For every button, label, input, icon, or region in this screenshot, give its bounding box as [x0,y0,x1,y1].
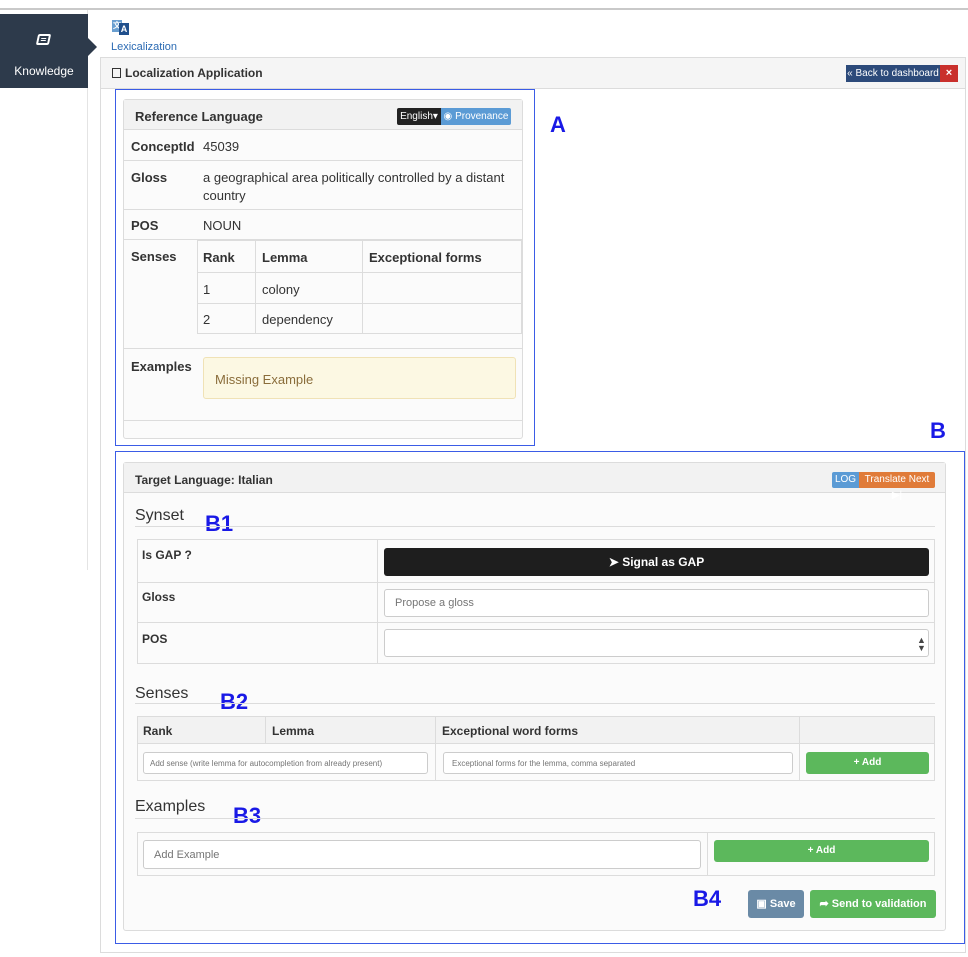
target-panel-title: Target Language: Italian [135,473,273,487]
examples-heading: Examples [135,798,206,815]
senses-header-lemma: Lemma [272,724,315,738]
senses-label: Senses [131,249,177,264]
sense-input[interactable] [143,752,428,774]
gloss-label: Gloss [142,590,176,604]
senses-heading: Senses [135,685,189,702]
table-col-divider [799,716,800,781]
pos-value: NOUN [203,218,242,233]
annotation-label-b1: B1 [205,511,234,536]
table-col-divider [707,832,708,876]
annotation-label-b3: B3 [233,803,262,828]
gloss-line-1: a geographical area politically controll… [203,170,505,185]
table-cell-rank: 1 [203,282,211,297]
log-button[interactable]: LOG [832,472,859,488]
table-row-divider [197,272,522,273]
pos-select[interactable] [384,629,929,657]
add-example-button[interactable]: + Add [714,840,929,862]
paper-plane-icon: ➦ [819,898,829,910]
gloss-input[interactable] [384,589,929,617]
table-col-divider [255,240,256,334]
row-divider [124,348,522,349]
pos-label: POS [131,218,159,233]
section-divider [135,703,935,704]
table-col-divider [265,716,266,744]
table-header-rank: Rank [203,250,235,265]
page-title: Localization Application [112,66,263,80]
sidebar-item-knowledge[interactable]: Knowledge [0,14,88,88]
breadcrumb[interactable]: Lexicalization [111,41,177,53]
add-sense-button[interactable]: + Add [806,752,929,774]
table-row-divider [197,303,522,304]
send-to-validation-button[interactable]: ➦ Send to validation [810,890,936,918]
senses-header-rank: Rank [143,724,173,738]
gap-label: Is GAP ? [142,548,192,562]
table-header-lemma: Lemma [262,250,308,265]
megaphone-icon: ➤ [608,555,619,569]
add-example-input[interactable] [143,840,701,869]
signal-gap-button[interactable]: ➤ Signal as GAP [384,548,929,576]
select-arrows-icon: ▲ ▼ [917,635,926,653]
table-header-exceptional: Exceptional forms [369,250,482,265]
tag-icon: ◉ [443,111,453,122]
examples-label: Examples [131,359,192,374]
concept-value: 45039 [203,139,240,154]
top-divider [0,8,968,10]
synset-heading: Synset [135,507,184,524]
concept-label: ConceptId [131,139,195,154]
language-dropdown[interactable]: English▾ [397,108,441,125]
annotation-label-a: A [550,112,566,137]
table-row-divider [137,582,935,583]
row-divider [124,420,522,421]
floppy-icon: ▣ [756,898,767,910]
save-button[interactable]: ▣ Save [748,890,804,918]
table-col-divider [362,240,363,334]
gloss-label: Gloss [131,170,168,185]
close-icon[interactable]: × [940,65,958,82]
table-cell-lemma: colony [262,282,300,297]
provenance-button[interactable]: ◉ Provenance [441,108,511,125]
missing-example-text: Missing Example [215,372,314,387]
row-divider [124,209,522,210]
translate-next-button[interactable]: Translate Next ▶| [859,472,935,501]
pos-label: POS [142,632,168,646]
senses-header-exceptional: Exceptional word forms [442,724,579,738]
table-col-divider [435,716,436,781]
table-col-divider [377,539,378,664]
row-divider [124,160,522,161]
active-indicator-arrow [88,38,97,56]
table-row-divider [137,622,935,623]
book-icon [35,34,52,45]
annotation-label-b: B [930,418,946,443]
annotation-label-b4: B4 [693,886,722,911]
table-cell-rank: 2 [203,312,211,327]
back-to-dashboard-button[interactable]: « Back to dashboard [846,65,940,82]
gloss-line-2: country [203,188,246,203]
sidebar [0,10,88,570]
table-cell-lemma: dependency [262,312,333,327]
reference-panel-title: Reference Language [135,109,263,124]
page-icon [112,68,121,78]
translate-icon: 文A [112,20,129,35]
section-divider [135,526,935,527]
section-divider [135,818,935,819]
annotation-label-b2: B2 [220,689,249,714]
sidebar-item-label: Knowledge [14,64,74,78]
exceptional-forms-input[interactable] [443,752,793,774]
